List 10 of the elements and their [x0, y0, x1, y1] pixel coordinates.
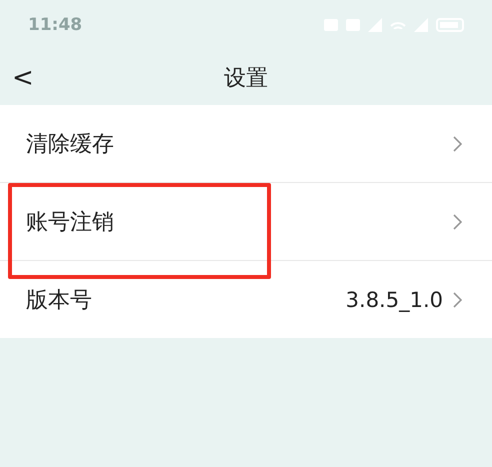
row-label: 账号注销	[26, 208, 115, 236]
chevron-icon	[453, 136, 462, 152]
page-title: 设置	[223, 64, 269, 92]
chevron-icon	[453, 214, 462, 230]
status-time: 11:48	[28, 15, 82, 35]
row-label: 清除缓存	[26, 130, 115, 158]
chevron-icon	[453, 292, 462, 308]
back-button[interactable]: <	[0, 64, 34, 90]
row-label: 版本号	[26, 286, 93, 314]
row-value: 3.8.5_1.0	[346, 288, 443, 312]
